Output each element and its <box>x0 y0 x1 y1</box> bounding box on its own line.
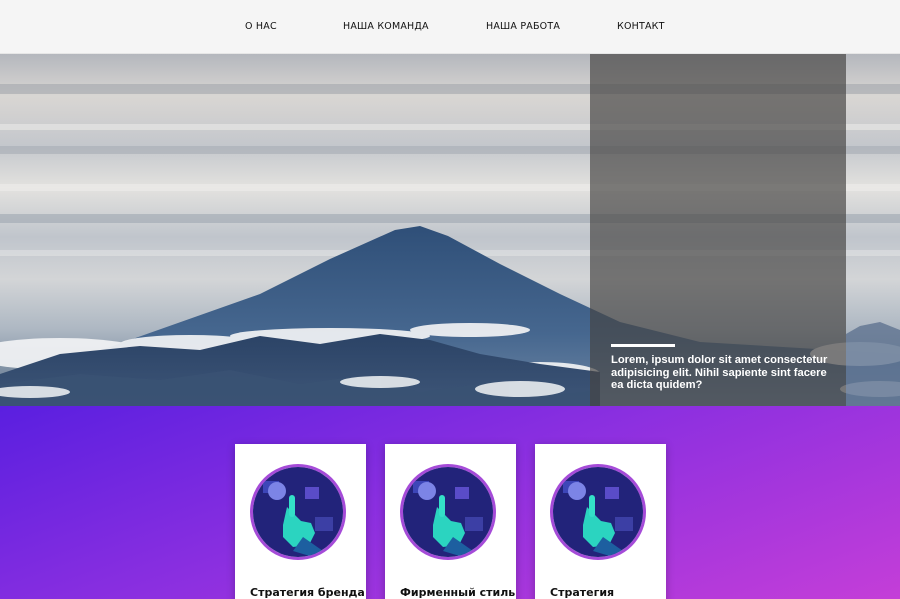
nav-link-about[interactable]: О НАС <box>245 21 277 32</box>
services-section: Стратегия бренда Фирменный стиль Стратег… <box>0 406 900 599</box>
service-image-hand-touch-icon <box>250 464 346 560</box>
service-image-hand-touch-icon <box>550 464 646 560</box>
hero-text-overlay: Lorem, ipsum dolor sit amet consectetur … <box>590 54 846 406</box>
nav-link-contact[interactable]: КОНТАКТ <box>617 21 665 32</box>
top-navigation: О НАС НАША КОМАНДА НАША РАБОТА КОНТАКТ <box>0 0 900 54</box>
service-title: Стратегия <box>550 586 615 599</box>
overlay-divider <box>611 344 675 347</box>
nav-link-work[interactable]: НАША РАБОТА <box>486 21 560 32</box>
nav-link-team[interactable]: НАША КОМАНДА <box>343 21 429 32</box>
service-title: Фирменный стиль <box>400 586 516 599</box>
hero-section: Lorem, ipsum dolor sit amet consectetur … <box>0 54 900 406</box>
service-card-strategy[interactable]: Стратегия <box>535 444 666 599</box>
hero-description: Lorem, ipsum dolor sit amet consectetur … <box>611 354 828 391</box>
service-card-corporate-identity[interactable]: Фирменный стиль <box>385 444 516 599</box>
service-image-hand-touch-icon <box>400 464 496 560</box>
service-title: Стратегия бренда <box>250 586 365 599</box>
service-card-brand-strategy[interactable]: Стратегия бренда <box>235 444 366 599</box>
